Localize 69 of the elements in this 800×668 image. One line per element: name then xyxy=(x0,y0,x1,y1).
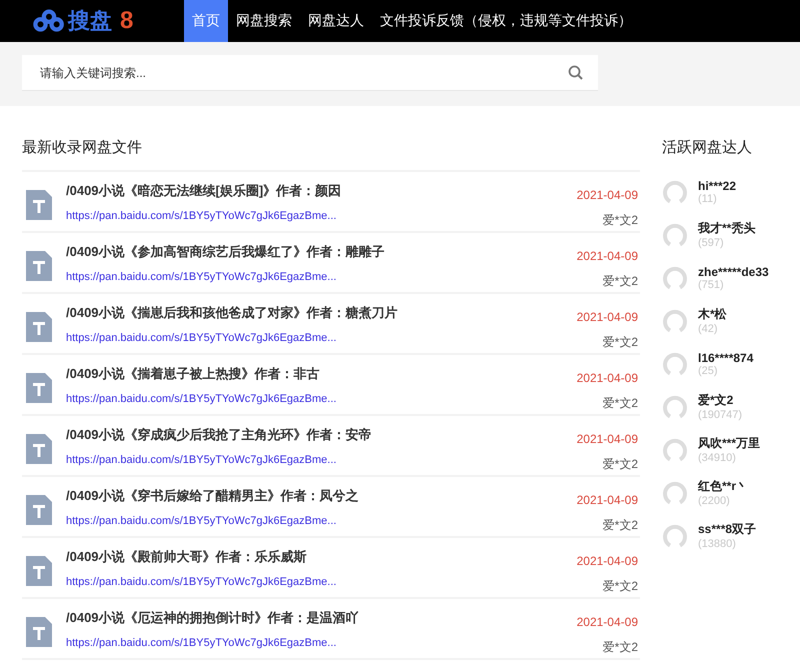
avatar-placeholder-icon xyxy=(662,436,688,462)
search-field[interactable]: 请输入关键词搜索... xyxy=(22,55,598,91)
text-file-icon xyxy=(26,556,52,586)
file-date: 2021-04-09 xyxy=(576,249,638,263)
text-file-icon xyxy=(26,434,52,464)
file-date: 2021-04-09 xyxy=(576,432,638,446)
user-name-link[interactable]: l16****874 xyxy=(698,350,754,364)
file-title-link[interactable]: /0409小说《殿前帅大哥》作者：乐乐威斯 xyxy=(66,548,577,566)
search-icon[interactable] xyxy=(568,65,584,81)
file-url-link[interactable]: https://pan.baidu.com/s/1BY5yTYoWc7gJk6EgazBme... xyxy=(66,576,577,588)
file-date: 2021-04-09 xyxy=(576,554,638,568)
uploader-name[interactable]: 爱*文2 xyxy=(602,578,638,595)
uploader-name[interactable]: 爱*文2 xyxy=(602,395,638,412)
file-url-link[interactable]: https://pan.baidu.com/s/1BY5yTYoWc7gJk6EgazBme... xyxy=(66,515,577,527)
uploader-name[interactable]: 爱*文2 xyxy=(602,639,638,656)
file-title-link[interactable]: /0409小说《揣着崽子被上热搜》作者：非古 xyxy=(66,365,577,383)
user-name-link[interactable]: 爱*文2 xyxy=(698,392,742,409)
uploader-name[interactable]: 爱*文2 xyxy=(602,212,638,229)
file-url-link[interactable]: https://pan.baidu.com/s/1BY5yTYoWc7gJk6EgazBme... xyxy=(66,393,577,405)
section-title: 活跃网盘达人 xyxy=(662,138,753,158)
file-date: 2021-04-09 xyxy=(576,493,638,507)
file-title-link[interactable]: /0409小说《穿成疯少后我抢了主角光环》作者：安帝 xyxy=(66,426,577,444)
nav-tab[interactable]: 网盘搜索 xyxy=(228,0,300,42)
file-date: 2021-04-09 xyxy=(576,371,638,385)
file-url-link[interactable]: https://pan.baidu.com/s/1BY5yTYoWc7gJk6EgazBme... xyxy=(66,332,577,344)
avatar-placeholder-icon xyxy=(662,264,688,290)
file-url-link[interactable]: https://pan.baidu.com/s/1BY5yTYoWc7gJk6EgazBme... xyxy=(66,637,577,649)
file-title-link[interactable]: /0409小说《厄运神的拥抱倒计时》作者：是温酒吖 xyxy=(66,609,577,627)
file-url-link[interactable]: https://pan.baidu.com/s/1BY5yTYoWc7gJk6EgazBme... xyxy=(66,271,577,283)
avatar-placeholder-icon xyxy=(662,222,688,248)
file-title-link[interactable]: /0409小说《穿书后嫁给了醋精男主》作者：凤兮之 xyxy=(66,487,577,505)
avatar-placeholder-icon xyxy=(662,308,688,334)
user-name-link[interactable]: hi***22 xyxy=(698,178,736,192)
file-title-link[interactable]: /0409小说《揣崽后我和孩他爸成了对家》作者：糖煮刀片 xyxy=(66,304,577,322)
nav-tab[interactable]: 网盘达人 xyxy=(300,0,372,42)
file-url-link[interactable]: https://pan.baidu.com/s/1BY5yTYoWc7gJk6EgazBme... xyxy=(66,454,577,466)
logo-number[interactable]: 8 xyxy=(120,7,134,35)
avatar-placeholder-icon xyxy=(662,350,688,376)
cloud-logo-icon xyxy=(32,9,66,33)
text-file-icon xyxy=(26,373,52,403)
text-file-icon xyxy=(26,251,52,281)
user-name-link[interactable]: 我才**秃头 xyxy=(698,220,756,237)
nav-tab[interactable]: 文件投诉反馈（侵权，违规等文件投诉） xyxy=(372,0,640,42)
file-date: 2021-04-09 xyxy=(576,188,638,202)
user-name-link[interactable]: 红色**r丶 xyxy=(698,478,748,495)
uploader-name[interactable]: 爱*文2 xyxy=(602,456,638,473)
avatar-placeholder-icon xyxy=(662,522,688,548)
file-date: 2021-04-09 xyxy=(576,615,638,629)
text-file-icon xyxy=(26,312,52,342)
avatar-placeholder-icon xyxy=(662,178,688,204)
file-title-link[interactable]: /0409小说《参加高智商综艺后我爆红了》作者：雕雕子 xyxy=(66,243,577,261)
text-file-icon xyxy=(26,190,52,220)
text-file-icon xyxy=(26,617,52,647)
nav-tab[interactable]: 首页 xyxy=(184,0,228,42)
uploader-name[interactable]: 爱*文2 xyxy=(602,273,638,290)
file-title-link[interactable]: /0409小说《暗恋无法继续[娱乐圈]》作者：颜因 xyxy=(66,182,577,200)
user-name-link[interactable]: zhe*****de33 xyxy=(698,264,769,278)
user-name-link[interactable]: 风吹***万里 xyxy=(698,435,760,452)
avatar-placeholder-icon xyxy=(662,480,688,506)
file-date: 2021-04-09 xyxy=(576,310,638,324)
avatar-placeholder-icon xyxy=(662,394,688,420)
user-name-link[interactable]: 木*松 xyxy=(698,306,727,323)
uploader-name[interactable]: 爱*文2 xyxy=(602,517,638,534)
user-name-link[interactable]: ss***8双子 xyxy=(698,521,756,538)
logo-text[interactable]: 搜盘 xyxy=(68,6,112,36)
section-title: 最新收录网盘文件 xyxy=(22,138,143,158)
file-url-link[interactable]: https://pan.baidu.com/s/1BY5yTYoWc7gJk6EgazBme... xyxy=(66,210,577,222)
uploader-name[interactable]: 爱*文2 xyxy=(602,334,638,351)
text-file-icon xyxy=(26,495,52,525)
